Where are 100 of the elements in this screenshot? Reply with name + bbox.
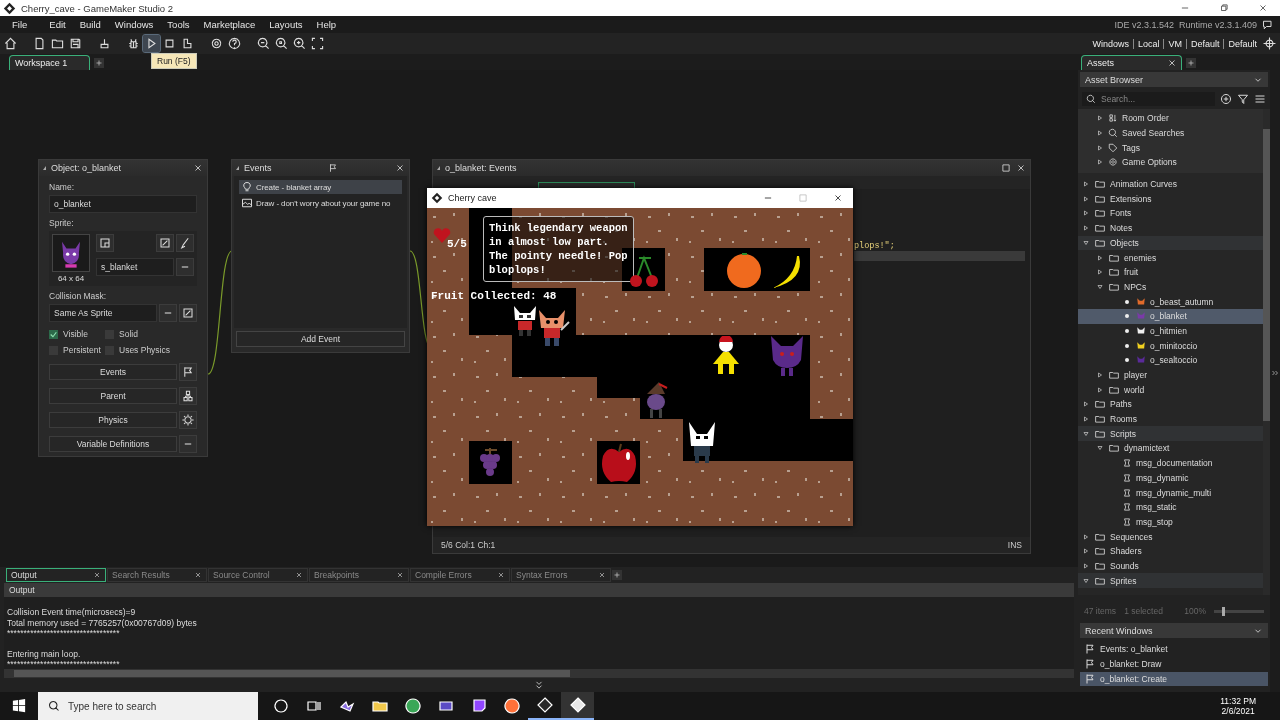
- fullscreen-icon[interactable]: [309, 35, 326, 52]
- tree-item[interactable]: Game Options: [1078, 155, 1263, 170]
- menu-item[interactable]: Tools: [160, 19, 197, 30]
- parent-icon[interactable]: [179, 387, 197, 405]
- restore-icon[interactable]: [1219, 3, 1229, 13]
- search-field[interactable]: Search...: [1082, 92, 1215, 106]
- app-icon[interactable]: [437, 698, 454, 714]
- panel-button[interactable]: Events: [49, 364, 177, 380]
- event-item[interactable]: Create - blanket array: [239, 180, 402, 194]
- vertical-scrollbar[interactable]: [1263, 109, 1270, 595]
- flag-icon[interactable]: [179, 363, 197, 381]
- add-tab-icon[interactable]: [612, 570, 622, 580]
- target-option[interactable]: VM: [1163, 38, 1186, 49]
- add-tab-icon[interactable]: [1186, 58, 1196, 68]
- menu-item[interactable]: File: [6, 19, 43, 30]
- tree-item[interactable]: o_blanket: [1078, 308, 1263, 324]
- menu-item[interactable]: Edit: [42, 19, 73, 30]
- tree-item[interactable]: Scripts: [1078, 426, 1263, 442]
- tree-item[interactable]: player: [1078, 367, 1263, 383]
- filter-icon[interactable]: [1237, 93, 1249, 105]
- zoomout-icon[interactable]: [255, 35, 272, 52]
- output-tab[interactable]: Output: [6, 568, 106, 582]
- target-option[interactable]: Default: [1185, 38, 1224, 49]
- tree-item[interactable]: Extensions: [1078, 191, 1263, 207]
- tree-item[interactable]: msg_dynamic: [1078, 470, 1263, 486]
- sprite-field[interactable]: s_blanket: [96, 258, 174, 276]
- close-icon[interactable]: [194, 571, 202, 579]
- flag-icon[interactable]: [328, 163, 339, 173]
- app-icon[interactable]: [503, 698, 520, 714]
- gear-icon[interactable]: [179, 411, 197, 429]
- output-tab[interactable]: Source Control: [208, 568, 308, 582]
- tree-item[interactable]: world: [1078, 382, 1263, 398]
- collapse-icon[interactable]: [534, 680, 544, 690]
- tree-item[interactable]: o_beast_autumn: [1078, 294, 1263, 309]
- tree-item[interactable]: msg_static: [1078, 499, 1263, 515]
- help-icon[interactable]: [226, 35, 243, 52]
- menu-icon[interactable]: [1254, 93, 1266, 105]
- app-icon[interactable]: [536, 697, 553, 713]
- menu-item[interactable]: Layouts: [262, 19, 310, 30]
- home-icon[interactable]: [2, 35, 19, 52]
- menu-item[interactable]: Help: [309, 19, 344, 30]
- tree-item[interactable]: o_minitoccio: [1078, 338, 1263, 353]
- new-sprite-icon[interactable]: [96, 234, 114, 252]
- close-icon[interactable]: [193, 163, 203, 173]
- tree-item[interactable]: Room Order: [1078, 111, 1263, 126]
- close-icon[interactable]: [1167, 58, 1177, 68]
- run-icon[interactable]: [143, 35, 160, 52]
- edit-icon[interactable]: [179, 304, 197, 322]
- close-icon[interactable]: [1258, 3, 1268, 13]
- zoom-slider-thumb[interactable]: [1221, 606, 1225, 616]
- output-tab[interactable]: Compile Errors: [410, 568, 510, 582]
- close-icon[interactable]: [295, 571, 303, 579]
- collision-mask-field[interactable]: Same As Sprite: [49, 304, 157, 322]
- close-icon[interactable]: [598, 571, 606, 579]
- brush-icon[interactable]: [176, 234, 194, 252]
- tree-item[interactable]: msg_dynamic_multi: [1078, 485, 1263, 500]
- expand-icon[interactable]: [1271, 369, 1279, 377]
- tree-item[interactable]: NPCs: [1078, 279, 1263, 295]
- tree-item[interactable]: Objects: [1078, 235, 1263, 251]
- tree-item[interactable]: Saved Searches: [1078, 125, 1263, 141]
- zoomin-icon[interactable]: [291, 35, 308, 52]
- tree-item[interactable]: o_sealtoccio: [1078, 353, 1263, 368]
- event-item[interactable]: Draw - don't worry about your game no: [239, 196, 402, 210]
- tree-item[interactable]: enemies: [1078, 250, 1263, 265]
- target-option[interactable]: Windows: [1088, 38, 1133, 49]
- target-option[interactable]: Local: [1132, 38, 1164, 49]
- menu-item[interactable]: Windows: [107, 19, 161, 30]
- output-tab[interactable]: Search Results: [107, 568, 207, 582]
- tree-item[interactable]: Rooms: [1078, 411, 1263, 427]
- menu-item[interactable]: Build: [72, 19, 108, 30]
- zoomreset-icon[interactable]: [273, 35, 290, 52]
- tree-item[interactable]: msg_documentation: [1078, 455, 1263, 471]
- task-view-icon[interactable]: [305, 698, 322, 714]
- tree-item[interactable]: dynamictext: [1078, 441, 1263, 456]
- tree-item[interactable]: Tags: [1078, 140, 1263, 156]
- taskbar-search-field[interactable]: Type here to search: [38, 692, 258, 720]
- chat-icon[interactable]: [1262, 18, 1274, 31]
- app-icon[interactable]: [404, 698, 421, 714]
- close-icon[interactable]: [396, 571, 404, 579]
- tree-item[interactable]: Sounds: [1078, 558, 1263, 574]
- tree-item[interactable]: Notes: [1078, 220, 1263, 236]
- recent-windows-dropdown[interactable]: Recent Windows: [1080, 623, 1268, 638]
- output-tab[interactable]: Breakpoints: [309, 568, 409, 582]
- tree-item[interactable]: Sprites: [1078, 573, 1263, 588]
- tree-item[interactable]: msg_stop: [1078, 514, 1263, 530]
- add-icon[interactable]: [1220, 93, 1232, 105]
- more-icon[interactable]: [179, 435, 197, 453]
- add-tab-icon[interactable]: [94, 58, 105, 68]
- close-icon[interactable]: [833, 193, 843, 203]
- assets-tab[interactable]: Assets: [1081, 55, 1182, 70]
- close-icon[interactable]: [395, 163, 405, 173]
- start-icon[interactable]: [12, 699, 26, 713]
- recent-window-item[interactable]: Events: o_blanket: [1080, 642, 1268, 656]
- tree-item[interactable]: Fonts: [1078, 206, 1263, 221]
- app-icon[interactable]: [338, 698, 355, 714]
- menu-item[interactable]: Marketplace: [196, 19, 263, 30]
- panel-button[interactable]: Variable Definitions: [49, 436, 177, 452]
- close-icon[interactable]: [93, 571, 101, 579]
- app-icon[interactable]: [569, 697, 586, 713]
- target-icon[interactable]: [1261, 35, 1278, 52]
